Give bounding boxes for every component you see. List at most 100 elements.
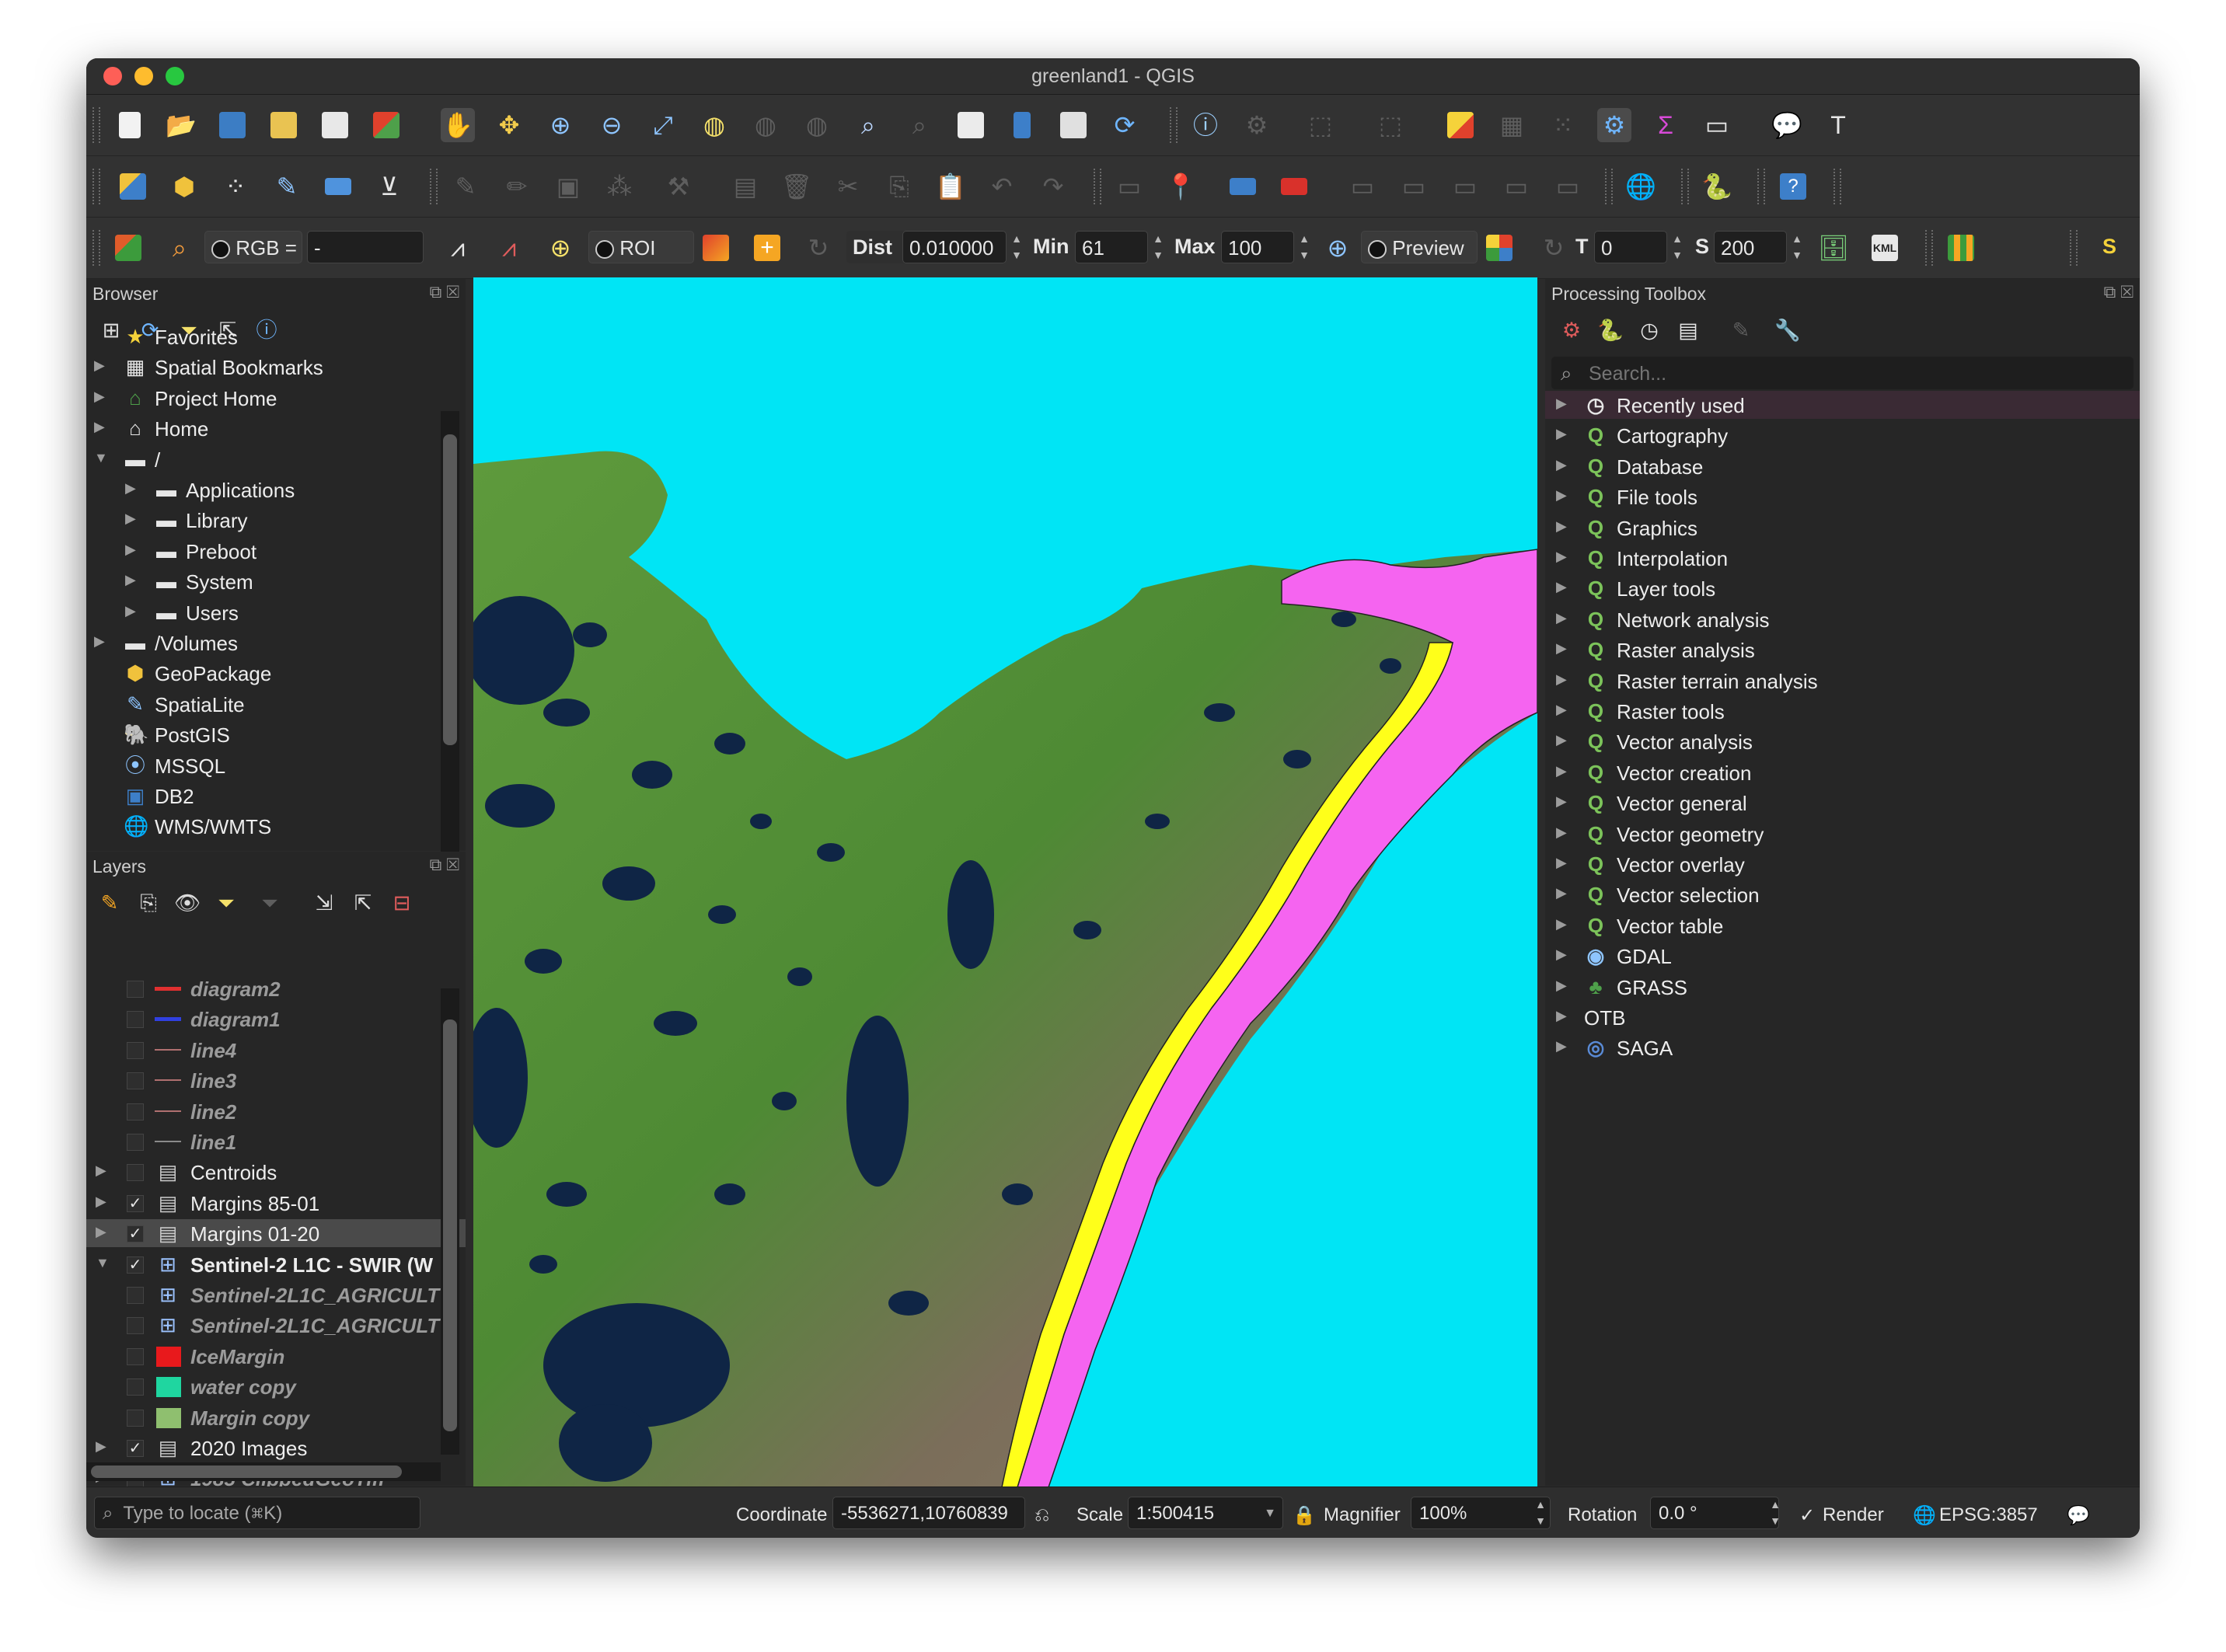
browser-item[interactable]: 🌐 WMS/WMTS [86,812,466,840]
new-virtual-layer-icon[interactable] [321,169,355,204]
chevron-right-icon[interactable]: ▶ [1556,610,1567,626]
rgb-label-field[interactable]: RGB = [204,231,302,263]
browser-item[interactable]: ▶ ⌂ Home [86,414,466,442]
current-edits-icon[interactable]: ✎ [448,169,483,204]
layer-item[interactable]: ⊞ Sentinel-2L1C_AGRICULT [86,1311,466,1339]
add-delimited-text-icon[interactable]: ⊻ [372,169,406,204]
layer-visibility-checkbox[interactable]: ✓ [127,1194,144,1212]
layers-scroll-thumb[interactable] [443,1019,457,1431]
show-bookmarks-icon[interactable] [1056,108,1090,142]
scale-combobox[interactable]: 1:500415 ▼ [1128,1497,1283,1529]
chevron-right-icon[interactable]: ▶ [94,389,105,405]
toolbox-group[interactable]: ▶ ◎ SAGA [1545,1033,2140,1061]
redo-icon[interactable]: ↷ [1036,169,1070,204]
layers-scrollbar[interactable] [441,988,459,1455]
identify-features-icon[interactable]: ⓘ [1188,108,1223,142]
layer-item[interactable]: Margin copy [86,1403,466,1431]
lock-icon[interactable]: 🔒 [1293,1504,1316,1527]
toolbox-group[interactable]: ▶ Q Raster analysis [1545,636,2140,664]
chevron-right-icon[interactable]: ▶ [1556,640,1567,657]
new-temporary-layer-icon[interactable]: ⁘ [218,169,253,204]
browser-item[interactable]: ✎ SpatiaLite [86,690,466,718]
preview-toggle[interactable]: Preview [1361,231,1478,263]
layer-item[interactable]: ▶ ▤ Centroids [86,1158,466,1186]
browser-scrollbar[interactable] [441,411,459,901]
browser-item[interactable]: 🐘 PostGIS [86,720,466,748]
layout-manager-icon[interactable] [318,108,352,142]
layer-labeling-icon[interactable] [1226,169,1260,204]
layer-visibility-checkbox[interactable] [127,1103,144,1121]
pin-labels-icon[interactable]: 📍 [1164,169,1198,204]
expand-all-icon[interactable]: ⇲ [309,887,340,918]
layer-item[interactable]: ▶ ✓ ▤ 2020 Images [86,1434,466,1462]
toolbox-group[interactable]: ▶ Q Vector overlay [1545,850,2140,878]
zoom-out-icon[interactable]: ⊖ [595,108,629,142]
new-project-icon[interactable] [113,108,147,142]
globe-plugin-icon[interactable]: 🌐 [1624,169,1658,204]
chevron-right-icon[interactable]: ▶ [94,419,105,435]
vertex-tool-icon[interactable]: ⚒ [661,169,696,204]
chevron-right-icon[interactable]: ▶ [1556,579,1567,595]
zoom-to-layer-icon[interactable]: ◍ [748,108,783,142]
render-checkbox[interactable]: ✓ [1799,1504,1815,1527]
toolbar-grip[interactable] [430,169,438,204]
highlight-labels-icon[interactable] [1277,169,1311,204]
toolbar-grip[interactable] [1094,169,1101,204]
layer-visibility-checkbox[interactable] [127,1409,144,1427]
chevron-right-icon[interactable]: ▶ [125,603,136,619]
layer-visibility-checkbox[interactable] [127,981,144,998]
edit-features-in-place-icon[interactable]: ✎ [1725,315,1757,346]
toolbar-grip[interactable] [2070,230,2078,266]
layer-item[interactable]: ▶ ✓ ▤ Margins 85-01 [86,1189,466,1217]
toolbox-group[interactable]: ▶ OTB [1545,1003,2140,1031]
chevron-right-icon[interactable]: ▶ [1556,1008,1567,1024]
browser-item[interactable]: ▶ ▬ Users [86,598,466,626]
undo-icon[interactable]: ↶ [985,169,1019,204]
chevron-right-icon[interactable]: ▶ [1556,885,1567,901]
browser-panel-buttons[interactable]: ⧉ ☒ [430,282,459,302]
browser-item[interactable]: ▶ ⌂ Project Home [86,384,466,412]
layers-hscrollbar[interactable] [86,1462,441,1481]
rgb-select[interactable]: - [307,231,424,263]
toolbox-group[interactable]: ▶ Q Vector general [1545,789,2140,817]
chevron-right-icon[interactable]: ▶ [1556,702,1567,718]
min-spinner[interactable]: ▲ ▼ [1150,231,1167,263]
copy-features-icon[interactable]: ⎘ [882,169,916,204]
toolbox-search-input[interactable] [1587,360,2127,388]
layer-visibility-checkbox[interactable] [127,1041,144,1059]
run-feature-action-icon[interactable]: ⚙ [1240,108,1274,142]
chevron-right-icon[interactable]: ▶ [1556,793,1567,810]
collapse-all-layers-icon[interactable]: ⇱ [347,887,379,918]
layer-visibility-checkbox[interactable]: ✓ [127,1256,144,1274]
chevron-right-icon[interactable]: ▶ [96,1194,106,1210]
browser-item[interactable]: ⦿ MSSQL [86,751,466,779]
zoom-last-icon[interactable]: ⌕ [851,108,885,142]
browser-item[interactable]: ★ Favorites [86,322,466,350]
layer-visibility-checkbox[interactable] [127,1347,144,1365]
layer-visibility-checkbox[interactable] [127,1317,144,1335]
pan-map-icon[interactable]: ✋ [441,108,475,142]
layer-visibility-checkbox[interactable] [127,1134,144,1151]
zoom-to-selection-icon[interactable]: ◍ [697,108,731,142]
chevron-right-icon[interactable]: ▶ [96,1224,106,1240]
browser-item[interactable]: ▶ ▬ /Volumes [86,629,466,657]
options-icon[interactable]: 🔧 [1772,315,1803,346]
toolbox-group[interactable]: ▶ ♣ GRASS [1545,973,2140,1001]
chevron-right-icon[interactable]: ▶ [125,511,136,527]
toggle-editing-icon[interactable]: ✏ [500,169,534,204]
toolbox-group[interactable]: ▶ Q Vector geometry [1545,820,2140,848]
zoom-native-icon[interactable]: ◍ [800,108,834,142]
toggle-extents-icon[interactable]: ⎌ [1034,1504,1049,1526]
layer-item[interactable]: ⊞ Sentinel-2L1C_AGRICULT [86,1281,466,1309]
new-print-layout-icon[interactable] [267,108,301,142]
chevron-right-icon[interactable]: ▶ [1556,855,1567,871]
new-bookmark-icon[interactable] [1005,108,1039,142]
add-roi-icon[interactable]: + [750,231,784,265]
s-input[interactable]: 200 [1714,231,1787,263]
help-icon[interactable]: ? [1776,169,1810,204]
browser-item[interactable]: ▶ ▬ Preboot [86,537,466,565]
browser-item[interactable]: ▶ ▬ Applications [86,476,466,504]
create-roi-icon[interactable] [699,231,733,265]
layer-item[interactable]: line2 [86,1097,466,1125]
download-images-icon[interactable]: 🗄 [1816,231,1851,265]
